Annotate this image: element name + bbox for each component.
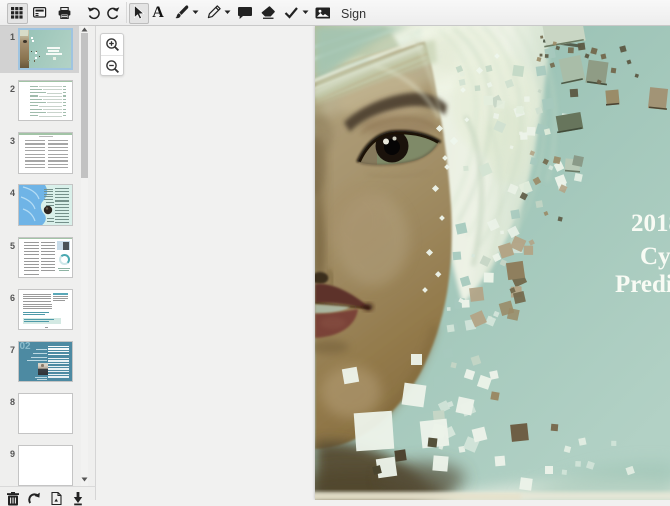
svg-text:Predictions: Predictions	[615, 271, 670, 298]
svg-text:Cyber: Cyber	[640, 243, 670, 270]
svg-text:2018: 2018	[631, 210, 670, 237]
